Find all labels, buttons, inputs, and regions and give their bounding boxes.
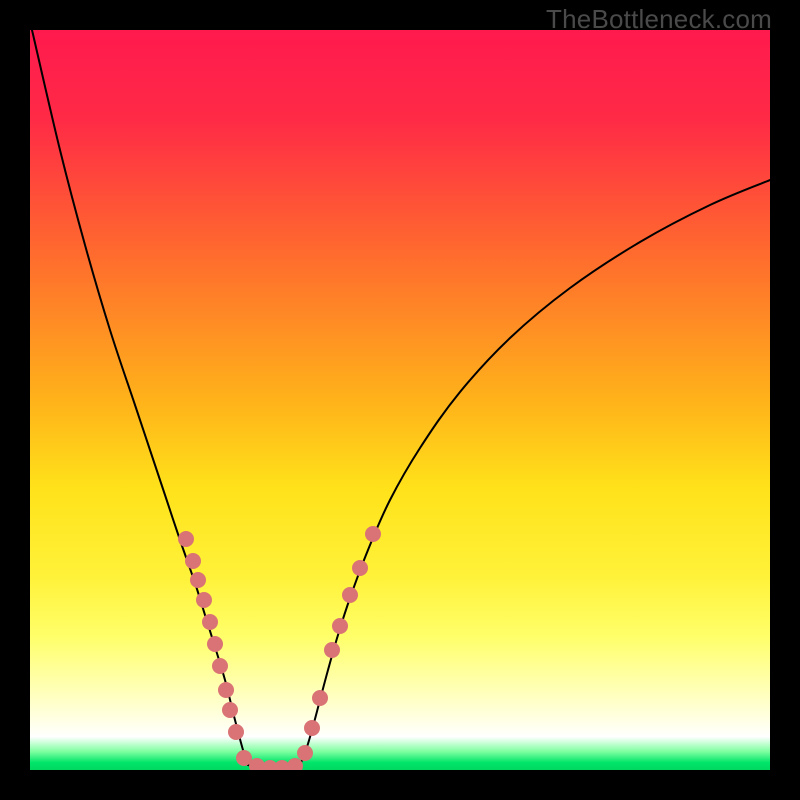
marker-dot	[196, 592, 212, 608]
curve-lines	[32, 30, 770, 768]
marker-dot	[185, 553, 201, 569]
chart-frame	[30, 30, 770, 770]
curve-bottleneck-curve-right	[300, 180, 770, 765]
marker-dot	[287, 758, 303, 770]
marker-dot	[212, 658, 228, 674]
marker-dot	[222, 702, 238, 718]
marker-dot	[304, 720, 320, 736]
marker-dot	[324, 642, 340, 658]
marker-dot	[365, 526, 381, 542]
marker-dot	[218, 682, 234, 698]
marker-dot	[342, 587, 358, 603]
watermark-text: TheBottleneck.com	[546, 4, 772, 35]
marker-dot	[332, 618, 348, 634]
marker-dot	[352, 560, 368, 576]
marker-dot	[178, 531, 194, 547]
chart-svg	[30, 30, 770, 770]
curve-bottleneck-curve-left	[32, 30, 248, 765]
marker-dot	[202, 614, 218, 630]
marker-dot	[190, 572, 206, 588]
marker-dot	[228, 724, 244, 740]
marker-dot	[207, 636, 223, 652]
marker-dot	[312, 690, 328, 706]
markers	[178, 526, 381, 770]
marker-dot	[297, 745, 313, 761]
